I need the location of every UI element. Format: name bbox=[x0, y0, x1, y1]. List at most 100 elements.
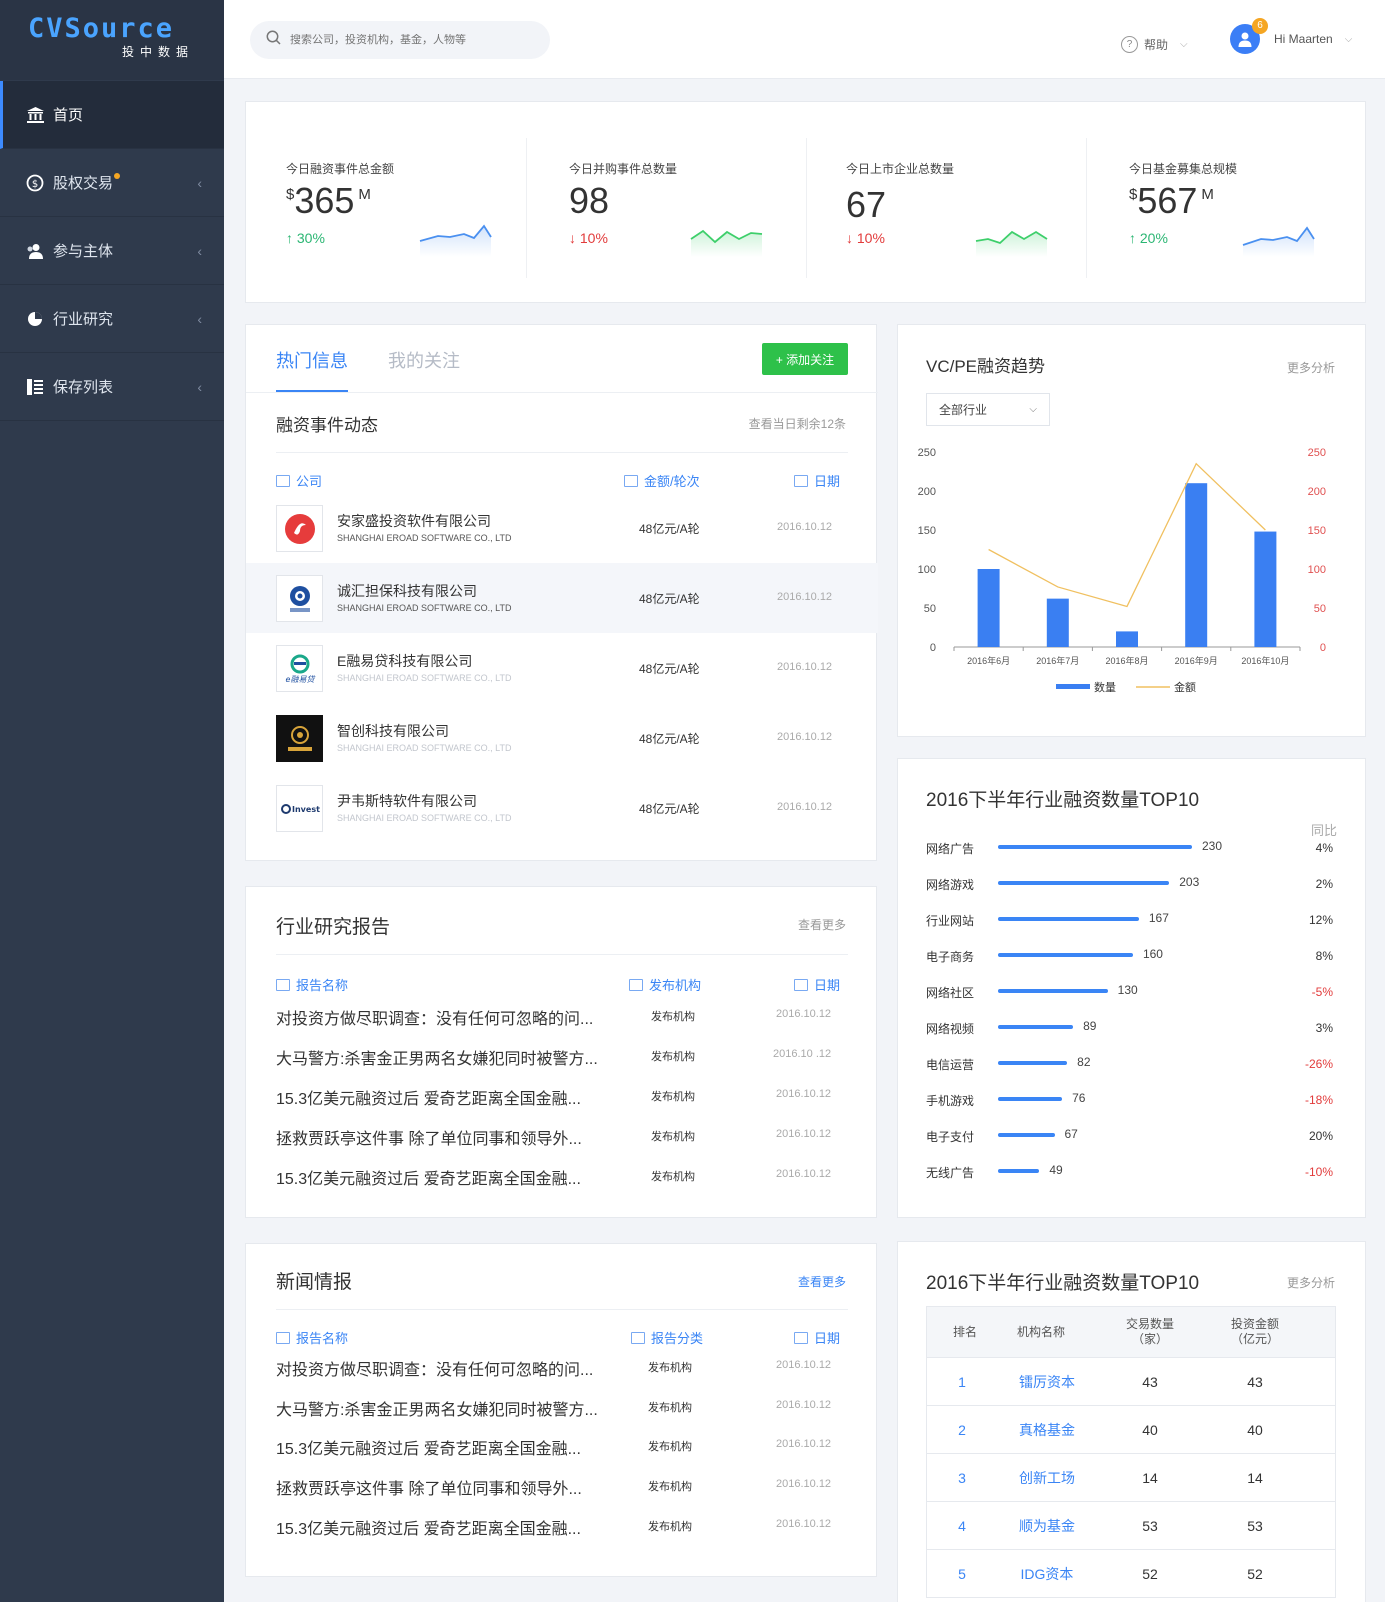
x-tick-label: 2016年9月 bbox=[1175, 655, 1218, 666]
logo[interactable]: CVSource 投中数据 bbox=[0, 0, 224, 80]
bar bbox=[1116, 631, 1138, 647]
org-link[interactable]: 创新工场 bbox=[997, 1454, 1097, 1502]
stat-change: ↑ 20% bbox=[1129, 230, 1168, 246]
series-line bbox=[988, 462, 1266, 608]
sidebar-item-saved[interactable]: 保存列表 ‹ bbox=[0, 353, 224, 421]
list-item[interactable]: 大马警方:杀害金正男两名女嫌犯同时被警方... 发布机构 2016.10 .12 bbox=[246, 1035, 878, 1073]
bank-icon bbox=[26, 106, 44, 124]
building-icon bbox=[276, 474, 290, 487]
date: 2016.10.12 bbox=[776, 1399, 832, 1411]
yoy-value: -10% bbox=[1304, 1165, 1333, 1179]
more-analysis-link[interactable]: 更多分析 bbox=[1287, 359, 1335, 376]
table-row[interactable]: 5 IDG资本 52 52 bbox=[927, 1549, 1335, 1597]
date: 2016.10.12 bbox=[777, 591, 833, 603]
list-item[interactable]: 对投资方做尽职调查：没有任何可忽略的问... 发布机构 2016.10.12 bbox=[246, 1346, 878, 1384]
report-title: 15.3亿美元融资过后 爱奇艺距离全国金融... bbox=[276, 1171, 581, 1188]
column-header-category[interactable]: 报告分类 bbox=[631, 1328, 703, 1347]
amount-round: 48亿元/A轮 bbox=[639, 732, 700, 746]
pie-chart-icon bbox=[26, 310, 44, 328]
amount-cell: 52 bbox=[1247, 1566, 1263, 1582]
org-link[interactable]: 顺为基金 bbox=[997, 1502, 1097, 1550]
industry-select[interactable]: 全部行业 ⌵ bbox=[926, 393, 1050, 426]
column-header-date[interactable]: 日期 bbox=[794, 975, 840, 994]
grid-icon bbox=[631, 1331, 645, 1344]
stat-fund-size: 今日基金募集总规模 $567 M ↑ 20% bbox=[1129, 102, 1359, 304]
view-remaining-link[interactable]: 查看当日剩余12条 bbox=[749, 415, 846, 432]
svg-text:e融易贷: e融易贷 bbox=[285, 675, 315, 684]
column-header-report-name[interactable]: 报告名称 bbox=[276, 975, 348, 994]
logo-text: CVSource bbox=[28, 13, 175, 44]
vcpe-trend-card: VC/PE融资趋势 更多分析 全部行业 ⌵ 0 0 50 50 100 100 150 150… bbox=[897, 324, 1366, 737]
ranking-table: 排名 机构名称 交易数量 （家） 投资金额 （亿元） 1 镭厉资本 43 4 3 … bbox=[926, 1306, 1336, 1598]
count-cell: 53 bbox=[1142, 1518, 1158, 1534]
stat-label: 今日融资事件总金额 bbox=[286, 162, 395, 176]
amount-cell: 40 bbox=[1247, 1422, 1263, 1438]
stats-card: 今日融资事件总金额 $365 M ↑ 30% 今日并购事件总数量 98 ↓ 10%… bbox=[245, 101, 1366, 303]
stat-value: 98 bbox=[569, 180, 610, 221]
org-link[interactable]: 镭厉资本 bbox=[997, 1358, 1097, 1406]
column-header-date[interactable]: 日期 bbox=[794, 1328, 840, 1347]
org-link[interactable]: IDG资本 bbox=[997, 1550, 1097, 1598]
list-item[interactable]: 大马警方:杀害金正男两名女嫌犯同时被警方... 发布机构 2016.10.12 bbox=[246, 1386, 878, 1424]
list-item[interactable]: 15.3亿美元融资过后 爱奇艺距离全国金融... 发布机构 2016.10.12 bbox=[246, 1505, 878, 1543]
column-header-publisher[interactable]: 发布机构 bbox=[629, 975, 701, 994]
stat-funding-amount: 今日融资事件总金额 $365 M ↑ 30% bbox=[286, 102, 526, 304]
table-row[interactable]: 智创科技有限公司 SHANGHAI EROAD SOFTWARE CO., LT… bbox=[246, 703, 878, 773]
section-title: 行业研究报告 bbox=[276, 917, 391, 938]
section-title: 2016下半年行业融资数量TOP10 bbox=[926, 1273, 1200, 1294]
company-logo: Invest bbox=[276, 785, 323, 832]
table-row[interactable]: e融易贷 E融易贷科技有限公司 SHANGHAI EROAD SOFTWARE … bbox=[246, 633, 878, 703]
notification-badge: 6 bbox=[1252, 18, 1268, 34]
search-box[interactable] bbox=[250, 21, 550, 59]
user-menu[interactable]: 6 Hi Maarten ⌵ bbox=[1230, 18, 1352, 54]
search-input[interactable] bbox=[290, 34, 530, 46]
category: 发布机构 bbox=[648, 1481, 692, 1493]
view-more-link[interactable]: 查看更多 bbox=[798, 916, 846, 933]
document-icon bbox=[276, 1331, 290, 1344]
table-row[interactable]: 3 创新工场 14 14 bbox=[927, 1453, 1335, 1501]
add-follow-button[interactable]: + 添加关注 bbox=[762, 343, 848, 375]
bar bbox=[998, 1169, 1040, 1173]
sidebar-item-equity[interactable]: $ 股权交易 ‹ bbox=[0, 149, 224, 217]
sidebar-item-label: 参与主体 bbox=[53, 243, 114, 260]
sidebar-item-participants[interactable]: 参与主体 ‹ bbox=[0, 217, 224, 285]
column-header-amount[interactable]: 金额/轮次 bbox=[624, 471, 700, 490]
column-header-report-name[interactable]: 报告名称 bbox=[276, 1328, 348, 1347]
money-stack-icon bbox=[624, 474, 638, 487]
list-item[interactable]: 拯救贾跃亭这件事 除了单位同事和领导外... 发布机构 2016.10.12 bbox=[246, 1465, 878, 1503]
list-item[interactable]: 15.3亿美元融资过后 爱奇艺距离全国金融... 发布机构 2016.10.12 bbox=[246, 1075, 878, 1113]
list-item[interactable]: 对投资方做尽职调查：没有任何可忽略的问... 发布机构 2016.10.12 bbox=[246, 995, 878, 1033]
news-title: 拯救贾跃亭这件事 除了单位同事和领导外... bbox=[276, 1481, 582, 1498]
column-header-date[interactable]: 日期 bbox=[794, 471, 840, 490]
column-header-company[interactable]: 公司 bbox=[276, 471, 322, 490]
yoy-value: -18% bbox=[1304, 1093, 1333, 1107]
org-link[interactable]: 真格基金 bbox=[997, 1406, 1097, 1454]
y-tick-label-left: 50 bbox=[924, 603, 936, 615]
list-item[interactable]: 15.3亿美元融资过后 爱奇艺距离全国金融... 发布机构 2016.10.12 bbox=[246, 1425, 878, 1463]
list-item[interactable]: 拯救贾跃亭这件事 除了单位同事和领导外... 发布机构 2016.10.12 bbox=[246, 1115, 878, 1153]
calendar-icon bbox=[794, 978, 808, 991]
chevron-left-icon: ‹ bbox=[197, 378, 202, 395]
sidebar-item-home[interactable]: 首页 bbox=[0, 81, 224, 149]
bar-row: 行业网站 167 12% bbox=[898, 901, 1367, 937]
tab-my-follows[interactable]: 我的关注 bbox=[388, 347, 460, 373]
table-row[interactable]: 诚汇担保科技有限公司 SHANGHAI EROAD SOFTWARE CO., … bbox=[246, 563, 878, 633]
avatar[interactable]: 6 bbox=[1230, 18, 1268, 54]
help-menu[interactable]: ? 帮助 ⌵ bbox=[1121, 36, 1188, 53]
table-row[interactable]: Invest 尹韦斯特软件有限公司 SHANGHAI EROAD SOFTWAR… bbox=[246, 773, 878, 843]
divider bbox=[1086, 138, 1087, 278]
view-more-link[interactable]: 查看更多 bbox=[798, 1273, 846, 1290]
arrow-up-icon: ↑ bbox=[286, 230, 293, 246]
company-logo bbox=[276, 575, 323, 622]
divider bbox=[246, 392, 878, 393]
table-row[interactable]: 1 镭厉资本 43 43 bbox=[927, 1357, 1335, 1405]
table-row[interactable]: 安家盛投资软件有限公司 SHANGHAI EROAD SOFTWARE CO.,… bbox=[246, 493, 878, 563]
table-row[interactable]: 4 顺为基金 53 53 bbox=[927, 1501, 1335, 1549]
more-analysis-link[interactable]: 更多分析 bbox=[1287, 1274, 1335, 1291]
sidebar-item-research[interactable]: 行业研究 ‹ bbox=[0, 285, 224, 353]
list-item[interactable]: 15.3亿美元融资过后 爱奇艺距离全国金融... 发布机构 2016.10.12 bbox=[246, 1155, 878, 1193]
date: 2016.10.12 bbox=[776, 1168, 832, 1180]
tab-hot-info[interactable]: 热门信息 bbox=[276, 347, 348, 373]
table-row[interactable]: 2 真格基金 40 40 bbox=[927, 1405, 1335, 1453]
date: 2016.10.12 bbox=[776, 1438, 832, 1450]
